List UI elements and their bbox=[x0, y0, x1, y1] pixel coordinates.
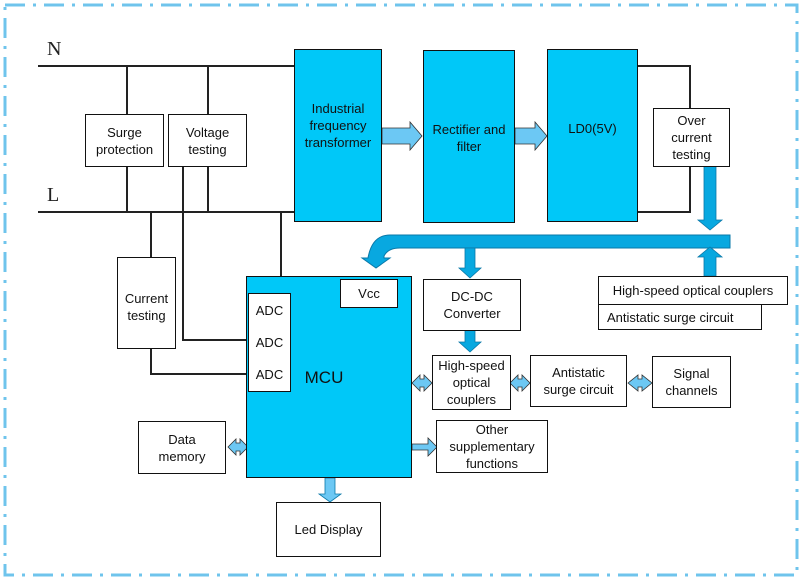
adc-panel: ADC ADC ADC bbox=[248, 293, 291, 392]
transformer-block: Industrial frequency transformer bbox=[294, 49, 382, 222]
voltage-testing-block: Voltage testing bbox=[168, 114, 247, 167]
antistatic-top-block: Antistatic surge circuit bbox=[598, 304, 762, 330]
adc-label: ADC bbox=[255, 367, 284, 383]
hs-couplers-block: High-speed optical couplers bbox=[432, 355, 511, 410]
surge-protection-block: Surge protection bbox=[85, 114, 164, 167]
current-testing-block: Current testing bbox=[117, 257, 176, 349]
power-bus bbox=[360, 234, 731, 269]
hs-couplers-top-block: High-speed optical couplers bbox=[598, 276, 788, 305]
adc-label: ADC bbox=[255, 334, 284, 350]
live-line-label: L bbox=[47, 184, 60, 206]
led-display-block: Led Display bbox=[276, 502, 381, 557]
antistatic-block: Antistatic surge circuit bbox=[530, 355, 627, 407]
over-current-testing-block: Over current testing bbox=[653, 108, 730, 167]
dcdc-converter-block: DC-DC Converter bbox=[423, 279, 521, 331]
neutral-line-label: N bbox=[47, 38, 62, 60]
data-memory-block: Data memory bbox=[138, 421, 226, 474]
vcc-block: Vcc bbox=[340, 279, 398, 308]
other-functions-block: Other supplementary functions bbox=[436, 420, 548, 473]
ldo-block: LD0(5V) bbox=[547, 49, 638, 222]
signal-channels-block: Signal channels bbox=[652, 356, 731, 408]
rectifier-block: Rectifier and filter bbox=[423, 50, 515, 223]
adc-label: ADC bbox=[255, 302, 284, 318]
